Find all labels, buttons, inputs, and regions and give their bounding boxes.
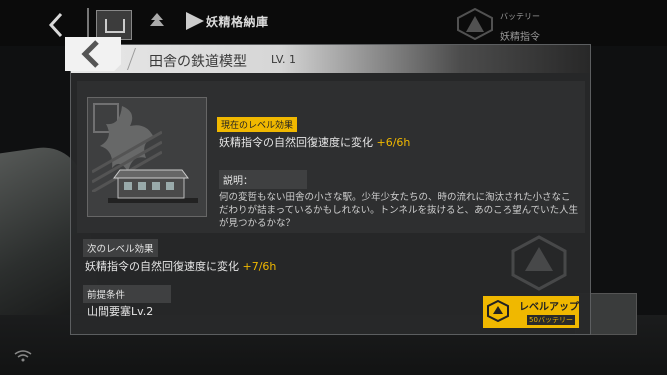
level-up-button[interactable]: レベルアップ 50バッテリー bbox=[483, 296, 579, 328]
next-effect-tag: 次のレベル効果 bbox=[83, 239, 158, 257]
tree-icon[interactable] bbox=[148, 12, 166, 35]
resource2-label: 妖精指令 bbox=[500, 32, 540, 43]
chevron-left-icon bbox=[81, 40, 99, 68]
level-up-label: レベルアップ bbox=[519, 302, 579, 313]
item-level: LV. 1 bbox=[271, 53, 297, 66]
back-button[interactable] bbox=[48, 12, 70, 38]
panel-back-button[interactable] bbox=[65, 37, 121, 71]
description-text: 何の変哲もない田舎の小さな駅。少年少女たちの、時の流れに淘汰された小さなこだわり… bbox=[219, 192, 579, 229]
level-up-icon bbox=[487, 300, 509, 322]
home-icon[interactable] bbox=[96, 10, 132, 40]
arrow-right-icon bbox=[186, 12, 204, 30]
watermark-logo-icon bbox=[511, 235, 567, 291]
info-area: 現在のレベル効果 妖精指令の自然回復速度に変化 +6/6h 説明： 何の変哲もな… bbox=[77, 81, 585, 233]
battery-logo-icon bbox=[457, 8, 493, 40]
current-effect-text: 妖精指令の自然回復速度に変化 bbox=[219, 136, 373, 149]
item-detail-panel: 田舎の鉄道模型 LV. 1 現在のレベル効果 妖精指令の自然回復速度に変化 +6… bbox=[65, 37, 591, 335]
current-effect-value: +6/6h bbox=[376, 136, 411, 149]
prereq-tag: 前提条件 bbox=[83, 285, 171, 303]
level-up-cost: 50バッテリー bbox=[527, 315, 575, 325]
next-effect-value: +7/6h bbox=[242, 260, 277, 273]
section-title: 妖精格納庫 bbox=[206, 15, 269, 29]
next-effect-text: 妖精指令の自然回復速度に変化 bbox=[85, 260, 239, 273]
header-divider bbox=[126, 48, 137, 70]
next-effect: 妖精指令の自然回復速度に変化 +7/6h bbox=[85, 258, 276, 274]
current-effect-tag: 現在のレベル効果 bbox=[217, 117, 298, 132]
wifi-icon bbox=[14, 350, 32, 362]
topbar-separator bbox=[87, 8, 89, 42]
resource-label: バッテリー bbox=[500, 12, 540, 21]
current-effect: 妖精指令の自然回復速度に変化 +6/6h bbox=[219, 134, 410, 150]
prereq-value: 山間要塞Lv.2 bbox=[87, 305, 154, 318]
item-title: 田舎の鉄道模型 bbox=[149, 54, 247, 70]
item-image bbox=[87, 97, 207, 217]
station-model-icon bbox=[108, 169, 198, 203]
panel-header: 田舎の鉄道模型 LV. 1 bbox=[65, 37, 590, 73]
chevron-left-icon bbox=[48, 12, 63, 38]
description-tag: 説明： bbox=[219, 170, 307, 189]
